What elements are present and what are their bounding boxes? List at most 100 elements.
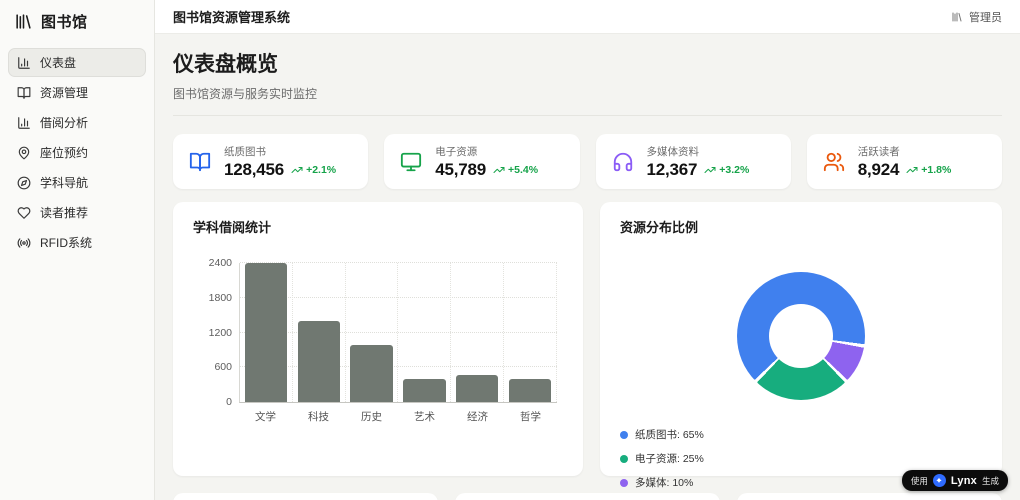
badge-brand: Lynx (950, 474, 977, 487)
stat-card-1: 电子资源 45,789 +5.4% (384, 134, 580, 189)
trending-up-icon (704, 164, 716, 176)
badge-suffix: 生成 (981, 475, 999, 486)
legend-dot (620, 430, 628, 439)
stat-trend-value: +2.1% (306, 163, 337, 176)
legend-dot (620, 454, 628, 463)
bars-container (240, 263, 557, 402)
stat-label: 多媒体资料 (646, 145, 700, 158)
bar-文学 (244, 263, 288, 402)
x-axis-label: 经济 (467, 411, 488, 423)
stat-value: 45,789 (435, 159, 487, 179)
chart-column-icon (17, 116, 31, 130)
page-title: 仪表盘概览 (173, 52, 278, 76)
lynx-badge[interactable]: 使用 Lynx 生成 (901, 470, 1008, 491)
trending-up-icon (291, 164, 303, 176)
legend-dot (620, 478, 628, 487)
book-open-icon (17, 86, 31, 100)
bar-chart-plot: 0 600 1200 1800 2400 (209, 257, 557, 408)
legend-row: 电子资源: 25% (620, 451, 982, 466)
y-axis-tick: 0 (226, 396, 232, 408)
stat-trend-value: +5.4% (508, 163, 539, 176)
recent-notifications-card: 最近通知 (737, 493, 1002, 500)
sidebar-item-label: 仪表盘 (40, 56, 77, 70)
sidebar-item-label: 读者推荐 (40, 206, 89, 220)
bar-chart: 0 600 1200 1800 2400 文学 科技 历史 艺术 经济 哲学 (209, 257, 557, 424)
stat-value: 8,924 (857, 159, 900, 179)
sidebar-menu: 仪表盘资源管理借阅分析座位预约学科导航读者推荐 RFID系统 (8, 48, 146, 257)
quick-actions-card: 快速操作 (173, 493, 438, 500)
user-label: 管理员 (969, 11, 1002, 24)
bar-经济 (455, 374, 499, 402)
sidebar-item-label: 资源管理 (40, 86, 89, 100)
y-axis-tick: 1200 (208, 326, 232, 339)
stat-label: 电子资源 (435, 145, 478, 158)
legend-label: 多媒体: 10% (635, 477, 694, 489)
app-window: 图书馆 仪表盘资源管理借阅分析座位预约学科导航读者推荐 RFID系统 图书馆资源管… (0, 0, 1020, 500)
bar-哲学 (508, 379, 552, 402)
sidebar-item-label: 借阅分析 (40, 116, 89, 130)
trending-up-icon (493, 164, 505, 176)
user-menu[interactable]: 管理员 (951, 9, 1002, 25)
sidebar-item-resource-mgmt[interactable]: 资源管理 (8, 78, 146, 107)
bar-slot (398, 263, 452, 402)
lynx-logo-icon (932, 474, 946, 487)
sidebar-item-label: 座位预约 (40, 146, 89, 160)
users-icon (823, 151, 845, 173)
stat-value: 128,456 (224, 159, 285, 179)
bar-slot (451, 263, 505, 402)
bar-历史 (350, 345, 393, 402)
stat-label: 活跃读者 (857, 145, 900, 158)
x-axis-label: 历史 (361, 411, 382, 423)
heart-icon (17, 206, 31, 220)
sidebar-item-rfid-system[interactable]: RFID系统 (8, 228, 146, 257)
trending-up-icon (906, 164, 918, 176)
y-axis-tick: 600 (214, 361, 232, 374)
stat-trend-value: +3.2% (719, 163, 750, 176)
stat-card-3: 活跃读者 8,924 +1.8% (806, 134, 1002, 189)
sidebar-item-reader-recs[interactable]: 读者推荐 (8, 198, 146, 227)
bar-chart-x-labels: 文学 科技 历史 艺术 经济 哲学 (239, 409, 557, 424)
donut-hole (769, 304, 833, 368)
donut-chart (737, 272, 865, 400)
bar-slot (293, 263, 346, 402)
stat-trend-value: +1.8% (921, 163, 952, 176)
legend-row: 纸质图书: 65% (620, 427, 982, 442)
y-axis-tick: 1800 (208, 291, 232, 304)
x-axis-label: 科技 (308, 411, 329, 423)
book-open-icon (189, 151, 211, 173)
header-title: 图书馆资源管理系统 (173, 10, 291, 25)
sidebar: 图书馆 仪表盘资源管理借阅分析座位预约学科导航读者推荐 RFID系统 (0, 0, 155, 500)
sidebar-item-borrow-analysis[interactable]: 借阅分析 (8, 108, 146, 137)
main-area: 图书馆资源管理系统 管理员 仪表盘概览 图书馆资源与服务实时监控 纸质图书 128… (155, 0, 1020, 500)
stat-card-2: 多媒体资料 12,367 +3.2% (595, 134, 791, 189)
radio-icon (17, 236, 31, 250)
sidebar-item-dashboard[interactable]: 仪表盘 (8, 48, 146, 77)
x-axis-label: 哲学 (520, 411, 541, 423)
bar-slot (504, 263, 557, 402)
sidebar-item-subject-nav[interactable]: 学科导航 (8, 168, 146, 197)
library-mini-icon (951, 11, 963, 23)
content: 仪表盘概览 图书馆资源与服务实时监控 纸质图书 128,456 +2.1% 电子资源 4… (155, 34, 1020, 500)
bar-科技 (297, 320, 340, 402)
bar-chart-card: 学科借阅统计 0 600 1200 1800 2400 文学 科技 历史 艺术 经济 哲学 (173, 202, 583, 476)
divider (173, 115, 1002, 116)
stat-card-0: 纸质图书 128,456 +2.1% (173, 134, 369, 189)
app-logo-text: 图书馆 (41, 15, 88, 31)
legend-label: 纸质图书: 65% (635, 429, 704, 441)
bar-slot (240, 263, 293, 402)
map-pin-icon (17, 146, 31, 160)
page-subtitle: 图书馆资源与服务实时监控 (173, 87, 318, 101)
y-axis-tick: 2400 (208, 257, 232, 269)
bar-艺术 (403, 378, 446, 402)
bar-slot (346, 263, 399, 402)
library-logo-icon (14, 12, 33, 31)
charts-row: 学科借阅统计 0 600 1200 1800 2400 文学 科技 历史 艺术 经济 哲学 资源分… (173, 202, 1002, 489)
x-axis-label: 文学 (255, 411, 276, 423)
bar-chart-title: 学科借阅统计 (193, 220, 272, 235)
stats-row: 纸质图书 128,456 +2.1% 电子资源 45,789 +5.4% 多媒体资料 12,3… (173, 134, 1002, 189)
bottom-row: 快速操作 系统状态 最近通知 (173, 493, 1002, 500)
sidebar-item-label: 学科导航 (40, 176, 89, 190)
x-axis-label: 艺术 (414, 411, 435, 423)
sidebar-item-seat-booking[interactable]: 座位预约 (8, 138, 146, 167)
donut-chart-card: 资源分布比例 纸质图书: 65% 电子资源: 25% 多媒体: 10% (600, 202, 1002, 489)
